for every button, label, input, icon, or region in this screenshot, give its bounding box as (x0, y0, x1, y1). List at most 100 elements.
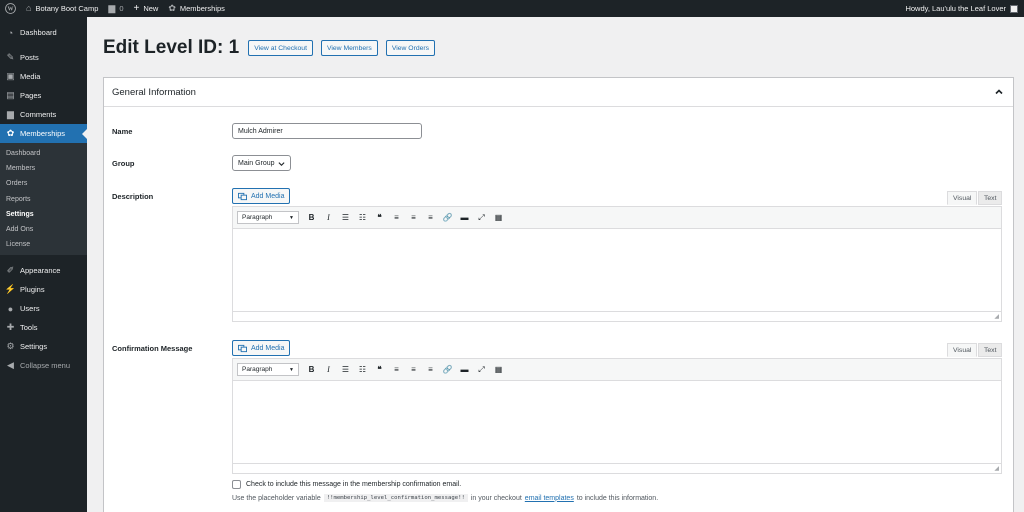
numbered-list-icon[interactable]: ☷ (354, 211, 371, 225)
tab-visual[interactable]: Visual (947, 343, 978, 357)
submenu-add-ons[interactable]: Add Ons (0, 222, 87, 237)
link-icon[interactable]: 🔗 (439, 363, 456, 377)
sidebar-item-posts[interactable]: ✎ Posts (0, 48, 87, 67)
resize-handle-icon[interactable]: ◢ (994, 313, 999, 320)
panel-header[interactable]: General Information (104, 78, 1013, 107)
sidebar-item-settings[interactable]: ⚙ Settings (0, 337, 87, 356)
wordpress-logo[interactable]: W (0, 0, 21, 17)
align-right-icon[interactable]: ≡ (422, 363, 439, 377)
pushpin-icon: ✎ (6, 52, 15, 62)
italic-icon[interactable]: I (320, 211, 337, 225)
view-members-button[interactable]: View Members (320, 40, 378, 56)
format-value: Paragraph (242, 214, 273, 221)
bullet-list-icon[interactable]: ☰ (337, 363, 354, 377)
pages-icon: ▤ (6, 90, 15, 100)
new-label: New (143, 4, 159, 13)
hint-middle: in your checkout (470, 494, 522, 502)
sidebar-item-comments[interactable]: ▆ Comments (0, 105, 87, 124)
sidebar-item-users[interactable]: ● Users (0, 299, 87, 318)
sidebar-item-label: Pages (20, 91, 42, 100)
blockquote-icon[interactable]: ❝ (371, 211, 388, 225)
sidebar-item-label: Memberships (20, 129, 66, 138)
align-center-icon[interactable]: ≡ (405, 211, 422, 225)
blockquote-icon[interactable]: ❝ (371, 363, 388, 377)
memberships-link[interactable]: ✿ Memberships (163, 0, 230, 17)
italic-icon[interactable]: I (320, 363, 337, 377)
fullscreen-icon[interactable]: ⤢ (473, 363, 490, 377)
tab-text[interactable]: Text (978, 191, 1003, 205)
sidebar-item-dashboard[interactable]: ◔ Dashboard (0, 23, 87, 42)
fullscreen-icon[interactable]: ⤢ (473, 211, 490, 225)
confirmation-text-area[interactable] (233, 381, 1001, 463)
collapse-menu-button[interactable]: ◀ Collapse menu (0, 356, 87, 375)
view-orders-button[interactable]: View Orders (385, 40, 436, 56)
new-content-link[interactable]: + New (128, 0, 163, 17)
add-media-button-description[interactable]: Add Media (232, 188, 291, 204)
bold-icon[interactable]: B (303, 363, 320, 377)
memberships-icon: ✿ (6, 128, 15, 138)
name-input[interactable]: Mulch Admirer (232, 123, 422, 139)
sidebar-item-memberships[interactable]: ✿ Memberships (0, 124, 87, 143)
comment-icon: ▆ (7, 109, 14, 119)
add-media-label: Add Media (251, 344, 285, 352)
resize-handle-icon[interactable]: ◢ (994, 465, 999, 472)
bullet-list-icon[interactable]: ☰ (337, 211, 354, 225)
bold-icon[interactable]: B (303, 211, 320, 225)
editor-status-bar: ◢ (233, 463, 1001, 473)
view-at-checkout-button[interactable]: View at Checkout (248, 40, 313, 56)
sidebar-item-pages[interactable]: ▤ Pages (0, 86, 87, 105)
include-in-email-checkbox[interactable] (232, 480, 241, 489)
chevron-up-icon[interactable] (993, 86, 1005, 98)
align-left-icon[interactable]: ≡ (388, 363, 405, 377)
plugin-icon: ⚡ (4, 284, 17, 295)
description-label: Description (112, 192, 154, 201)
format-select[interactable]: Paragraph ▼ (237, 363, 299, 376)
sidebar-item-label: Settings (20, 342, 48, 352)
submenu-settings[interactable]: Settings (0, 207, 87, 222)
description-text-area[interactable] (233, 229, 1001, 311)
align-center-icon[interactable]: ≡ (405, 363, 422, 377)
placeholder-code: !!membership_level_confirmation_message!… (323, 494, 468, 502)
add-media-button-confirmation[interactable]: Add Media (232, 340, 291, 356)
email-templates-link[interactable]: email templates (525, 495, 574, 502)
sidebar-item-label: Comments (20, 110, 57, 119)
align-right-icon[interactable]: ≡ (422, 211, 439, 225)
wordpress-icon: W (5, 3, 16, 14)
submenu-orders[interactable]: Orders (0, 176, 87, 191)
panel-title: General Information (112, 86, 196, 98)
sidebar-item-label: Users (20, 304, 40, 314)
media-icon: ▣ (6, 71, 15, 81)
add-media-label: Add Media (251, 192, 285, 200)
sidebar-item-tools[interactable]: ✚ Tools (0, 318, 87, 337)
toolbar-toggle-icon[interactable]: ▦ (490, 211, 507, 225)
format-select[interactable]: Paragraph ▼ (237, 211, 299, 224)
submenu-reports[interactable]: Reports (0, 192, 87, 207)
tab-visual[interactable]: Visual (947, 191, 978, 205)
submenu-dashboard[interactable]: Dashboard (0, 146, 87, 161)
site-name-link[interactable]: ⌂ Botany Boot Camp (21, 0, 103, 17)
wrench-icon: ✚ (6, 322, 15, 333)
read-more-icon[interactable]: ▬ (456, 211, 473, 225)
numbered-list-icon[interactable]: ☷ (354, 363, 371, 377)
chevron-down-icon (278, 161, 285, 166)
memberships-submenu: Dashboard Members Orders Reports Setting… (0, 143, 87, 256)
align-left-icon[interactable]: ≡ (388, 211, 405, 225)
sidebar-item-label: Media (20, 72, 41, 81)
group-select[interactable]: Main Group (232, 155, 291, 171)
sidebar-item-appearance[interactable]: ✐ Appearance (0, 261, 87, 280)
format-value: Paragraph (242, 366, 273, 373)
comments-link[interactable]: ▆ 0 (103, 0, 128, 17)
placeholder-hint: Use the placeholder variable !!membershi… (232, 494, 658, 502)
tab-text[interactable]: Text (978, 343, 1003, 357)
memberships-icon: ✿ (168, 3, 176, 13)
toolbar-toggle-icon[interactable]: ▦ (490, 363, 507, 377)
sidebar-item-plugins[interactable]: ⚡ Plugins (0, 280, 87, 299)
submenu-license[interactable]: License (0, 237, 87, 252)
my-account[interactable]: Howdy, Lau'ulu the Leaf Lover (905, 0, 1018, 17)
submenu-members[interactable]: Members (0, 161, 87, 176)
read-more-icon[interactable]: ▬ (456, 363, 473, 377)
sidebar-item-media[interactable]: ▣ Media (0, 67, 87, 86)
sidebar-item-label: Plugins (20, 285, 45, 295)
link-icon[interactable]: 🔗 (439, 211, 456, 225)
collapse-label: Collapse menu (20, 361, 71, 371)
